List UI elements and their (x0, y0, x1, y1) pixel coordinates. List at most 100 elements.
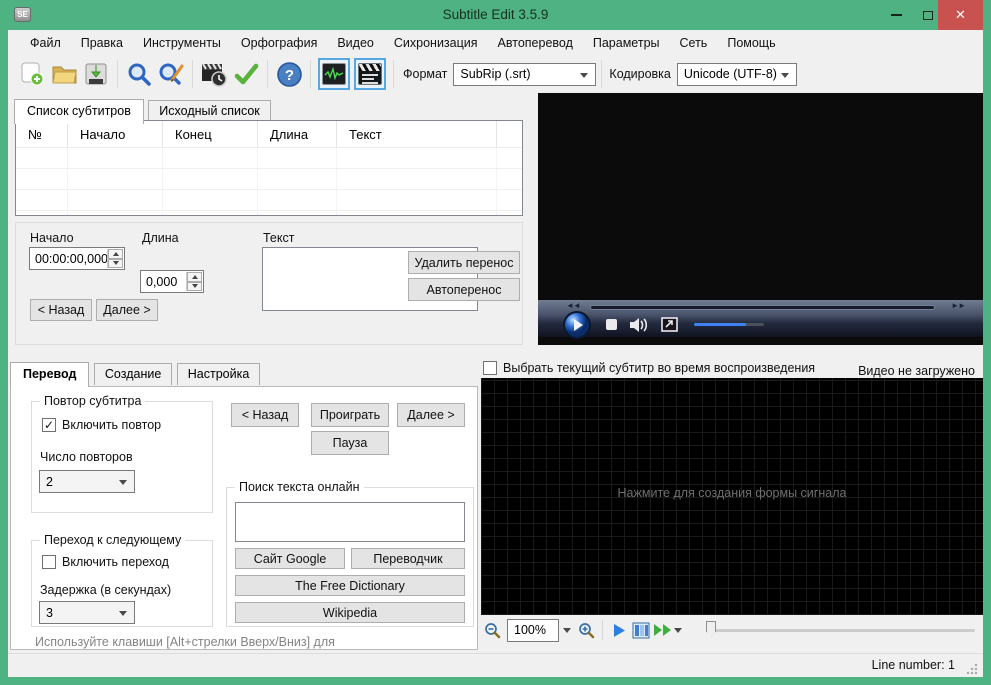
spinner-arrows[interactable] (186, 272, 202, 291)
resize-grip[interactable] (965, 662, 978, 675)
menu-item-help[interactable]: Помощь (717, 32, 785, 54)
start-time-spinner[interactable]: 00:00:00,000 (29, 247, 125, 270)
column-end[interactable]: Конец (163, 121, 258, 147)
waveform-toggle-button[interactable] (318, 58, 350, 90)
enable-repeat-label: Включить повтор (62, 418, 161, 432)
tab-source-list[interactable]: Исходный список (148, 100, 270, 122)
replace-button[interactable] (156, 59, 186, 89)
seek-bar[interactable] (590, 305, 935, 310)
repeat-count-combobox[interactable]: 2 (39, 470, 135, 493)
waveform-play-button[interactable] (608, 619, 630, 641)
enable-goto-row: Включить переход (42, 555, 169, 569)
goto-next-group: Переход к следующему Включить переход За… (31, 540, 213, 627)
autobreak-button[interactable]: Автоперенос (408, 278, 520, 301)
menu-item-video[interactable]: Видео (327, 32, 384, 54)
play-small-icon (613, 623, 626, 638)
toolbar: ? Формат SubRip (.srt) (8, 55, 983, 93)
minimize-button[interactable] (882, 0, 910, 30)
search-google-button[interactable]: Сайт Google (235, 548, 345, 569)
find-button[interactable] (124, 59, 154, 89)
play-button[interactable] (562, 310, 592, 340)
stop-button[interactable] (606, 319, 617, 330)
menu-item-network[interactable]: Сеть (670, 32, 718, 54)
zoom-in-button[interactable] (575, 619, 597, 641)
table-row[interactable] (16, 148, 522, 169)
zoom-out-button[interactable] (481, 619, 503, 641)
encoding-combobox[interactable]: Unicode (UTF-8) (677, 63, 797, 86)
save-button[interactable] (81, 59, 111, 89)
duration-spinner[interactable]: 0,000 (140, 270, 204, 293)
open-file-button[interactable] (49, 59, 79, 89)
volume-slider[interactable] (694, 323, 764, 326)
help-icon: ? (276, 61, 303, 88)
tab-adjust[interactable]: Настройка (177, 363, 261, 385)
close-button[interactable]: ✕ (938, 0, 983, 30)
format-combobox[interactable]: SubRip (.srt) (453, 63, 596, 86)
menu-item-edit[interactable]: Правка (71, 32, 133, 54)
subtitle-table[interactable]: № Начало Конец Длина Текст (15, 120, 523, 216)
position-slider[interactable] (706, 629, 975, 632)
svg-text:?: ? (284, 67, 293, 84)
column-extra (497, 121, 522, 147)
forward-icon[interactable]: ►► (951, 301, 965, 310)
repeat-count-label: Число повторов (40, 450, 133, 464)
next-subtitle-button[interactable]: Далее > (96, 299, 158, 321)
table-row[interactable] (16, 190, 522, 211)
column-number[interactable]: № (16, 121, 68, 147)
chevron-down-icon[interactable] (674, 628, 682, 633)
menu-item-autotranslate[interactable]: Автоперевод (488, 32, 583, 54)
select-current-subtitle-checkbox[interactable] (483, 361, 497, 375)
fast-forward-button[interactable] (652, 619, 674, 641)
tab-create[interactable]: Создание (94, 363, 172, 385)
table-header: № Начало Конец Длина Текст (16, 121, 522, 148)
spell-check-button[interactable] (231, 59, 261, 89)
volume-level (694, 323, 746, 326)
previous-subtitle-button[interactable]: < Назад (30, 299, 92, 321)
tab-subtitle-list[interactable]: Список субтитров (14, 99, 144, 124)
menu-item-spelling[interactable]: Орфография (231, 32, 327, 54)
position-slider-thumb[interactable] (706, 621, 716, 638)
menu-item-tools[interactable]: Инструменты (133, 32, 231, 54)
enable-goto-checkbox[interactable] (42, 555, 56, 569)
toolbar-separator (393, 60, 394, 88)
column-duration[interactable]: Длина (258, 121, 337, 147)
table-row[interactable] (16, 169, 522, 190)
table-row[interactable] (16, 211, 522, 215)
search-translator-button[interactable]: Переводчик (351, 548, 465, 569)
unbreak-button[interactable]: Удалить перенос (408, 251, 520, 274)
search-wikipedia-button[interactable]: Wikipedia (235, 602, 465, 623)
menu-item-file[interactable]: Файл (20, 32, 71, 54)
tab-translate[interactable]: Перевод (10, 362, 89, 387)
column-text[interactable]: Текст (337, 121, 497, 147)
search-freedictionary-button[interactable]: The Free Dictionary (235, 575, 465, 596)
client-area: Файл Правка Инструменты Орфография Видео… (8, 30, 983, 677)
video-toggle-button[interactable] (354, 58, 386, 90)
waveform-area[interactable]: Нажмите для создания формы сигнала (481, 378, 983, 615)
columns-view-button[interactable] (630, 619, 652, 641)
new-file-button[interactable] (17, 59, 47, 89)
column-start[interactable]: Начало (68, 121, 163, 147)
fullscreen-button[interactable] (661, 317, 678, 332)
spinner-arrows[interactable] (107, 249, 123, 268)
delay-combobox[interactable]: 3 (39, 601, 135, 624)
playback-play-button[interactable]: Проиграть (311, 403, 389, 427)
chevron-down-icon[interactable] (563, 628, 571, 633)
visual-sync-button[interactable] (199, 59, 229, 89)
menu-item-synchronization[interactable]: Сихронизация (384, 32, 488, 54)
translate-tab-page: Повтор субтитра ✓ Включить повтор Число … (10, 386, 478, 650)
close-icon: ✕ (955, 7, 966, 23)
playback-next-button[interactable]: Далее > (397, 403, 465, 427)
menu-item-options[interactable]: Параметры (583, 32, 670, 54)
zoom-percent-combobox[interactable]: 100% (507, 619, 559, 642)
enable-repeat-checkbox[interactable]: ✓ (42, 418, 56, 432)
waveform-placeholder-text: Нажмите для создания формы сигнала (481, 486, 983, 500)
playback-pause-button[interactable]: Пауза (311, 431, 389, 455)
video-player[interactable]: ◄◄ ►► (538, 93, 983, 345)
playback-back-button[interactable]: < Назад (231, 403, 299, 427)
text-label: Текст (263, 231, 294, 245)
help-button[interactable]: ? (274, 59, 304, 89)
video-status-text: Видео не загружено (858, 364, 975, 378)
maximize-icon (923, 11, 933, 20)
volume-button[interactable] (629, 317, 649, 333)
search-text-input[interactable] (235, 502, 465, 542)
